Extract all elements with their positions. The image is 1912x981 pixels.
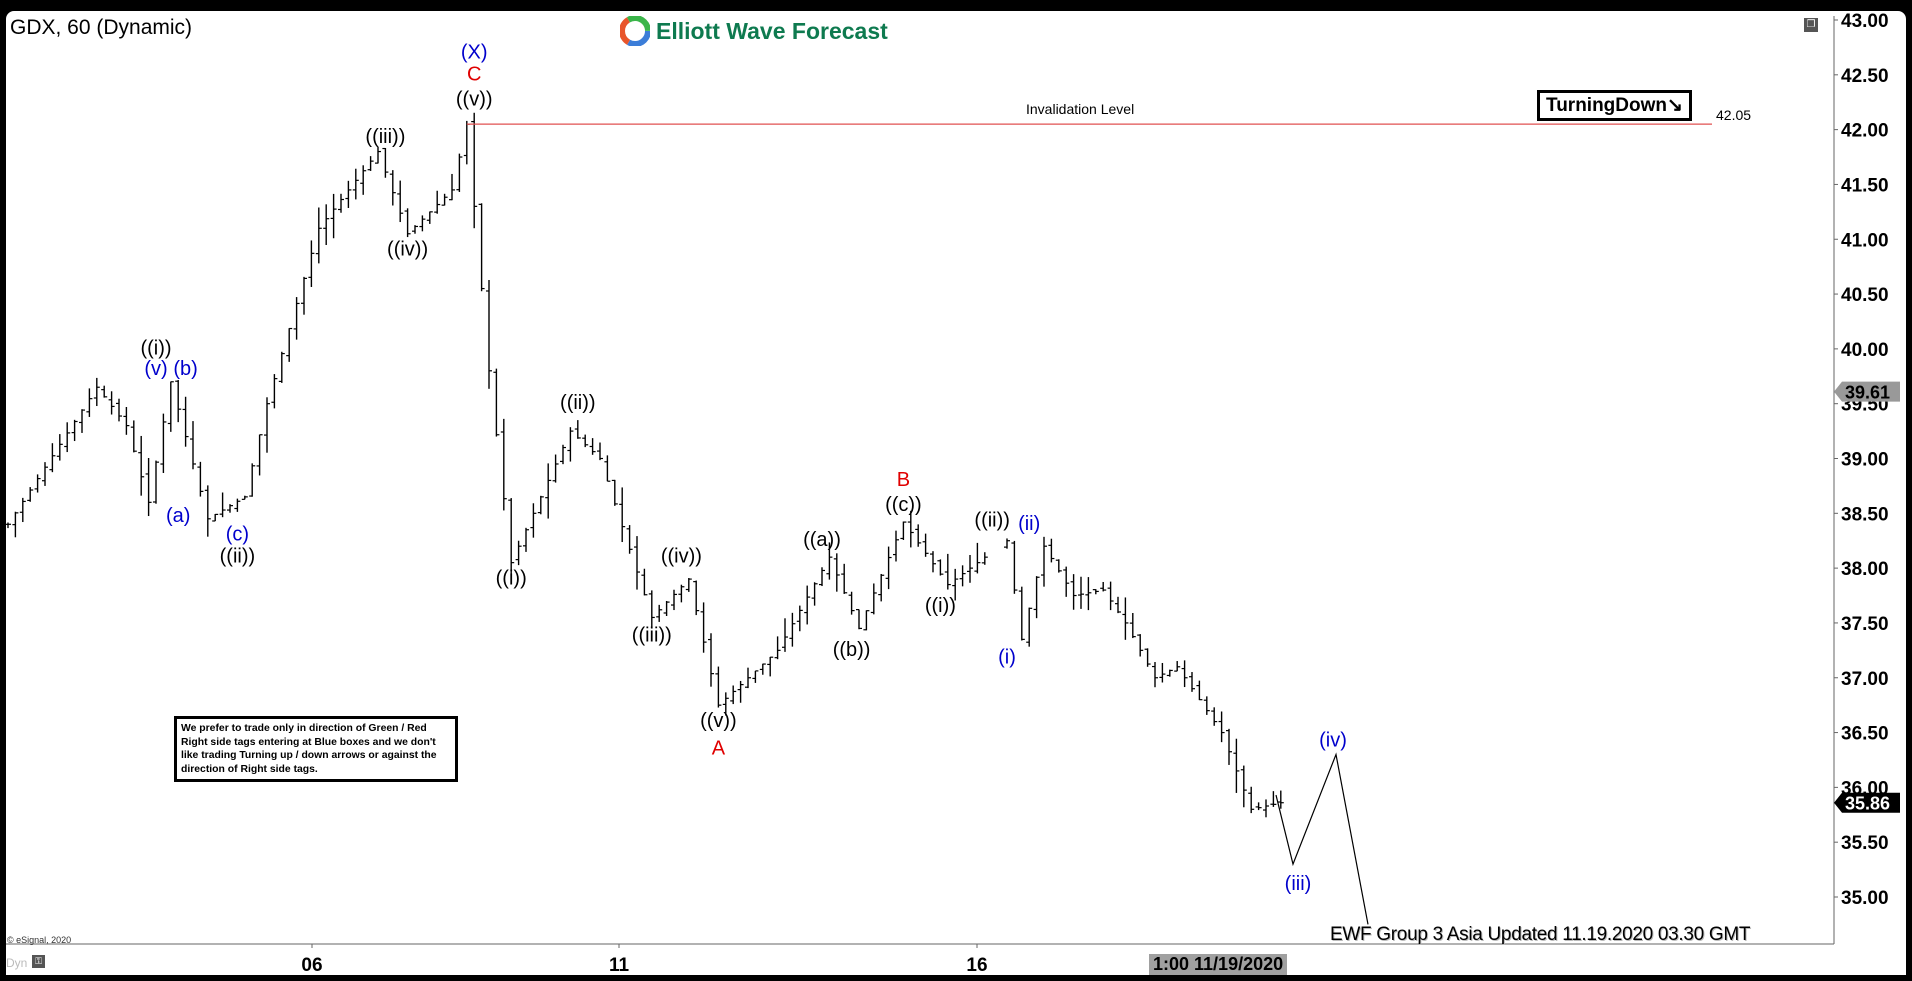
wave-label: ((iii)): [632, 625, 672, 647]
wave-label: ((ii)): [560, 392, 596, 414]
chart-title: GDX, 60 (Dynamic): [10, 16, 193, 39]
wave-label: ((i)): [496, 568, 527, 590]
wave-label: ((v)): [700, 710, 737, 732]
wave-label: (b): [173, 358, 197, 380]
logo-swirl-icon: [620, 16, 650, 46]
wave-label: ((ii)): [220, 546, 256, 568]
y-tick-label: 41.50: [1841, 175, 1889, 196]
projection-path: [1275, 752, 1369, 925]
y-tick-label: 37.00: [1841, 669, 1889, 690]
wave-label: ((iv)): [661, 546, 702, 568]
wave-label: (v): [144, 358, 167, 380]
y-tick-label: 42.50: [1841, 66, 1889, 87]
wave-label: ((b)): [833, 639, 871, 661]
window-restore-icon[interactable]: ❐: [1804, 18, 1818, 32]
copyright: © eSignal, 2020: [7, 935, 72, 945]
x-tick-label: 11: [609, 955, 630, 976]
y-tick-label: 40.00: [1841, 340, 1889, 361]
wave-label: ((c)): [885, 494, 922, 516]
y-tick-label: 35.00: [1841, 888, 1889, 909]
crosshair-time-label: 1:00 11/19/2020: [1149, 954, 1288, 975]
y-tick-label: 39.00: [1841, 450, 1889, 471]
y-tick-label: 41.00: [1841, 230, 1889, 251]
wave-label: (a): [166, 505, 190, 527]
price-tag-label: 35.86: [1845, 794, 1890, 814]
y-tick-label: 37.50: [1841, 614, 1889, 635]
invalidation-value: 42.05: [1716, 107, 1751, 123]
y-tick-label: 42.00: [1841, 121, 1889, 142]
wave-label: ((i)): [140, 337, 171, 359]
wave-label: ((iii)): [365, 126, 405, 148]
ohlc-chart: 43.0042.5042.0041.5041.0040.5040.0039.50…: [5, 11, 1900, 976]
x-tick-label: 16: [966, 955, 987, 976]
wave-label: (ii): [1018, 513, 1040, 535]
y-tick-label: 38.00: [1841, 559, 1889, 580]
wave-label: (iv): [1319, 729, 1347, 751]
turning-down-tag: TurningDown↘: [1537, 90, 1692, 121]
lock-icon[interactable]: ⚿: [32, 955, 45, 968]
price-tag-label: 39.61: [1845, 383, 1890, 403]
y-tick-label: 38.50: [1841, 504, 1889, 525]
wave-label: (iii): [1285, 873, 1312, 895]
wave-label: ((iv)): [387, 239, 428, 261]
wave-label: ((v)): [456, 89, 493, 111]
wave-label: C: [467, 63, 481, 85]
brand-logo: Elliott Wave Forecast: [620, 16, 888, 46]
update-note: EWF Group 3 Asia Updated 11.19.2020 03.3…: [1330, 924, 1751, 945]
wave-label: (i): [998, 646, 1016, 668]
wave-label: (X): [461, 41, 488, 63]
wave-label: (c): [226, 524, 249, 546]
wave-label: ((ii)): [974, 509, 1010, 531]
y-tick-label: 43.00: [1841, 11, 1889, 32]
y-tick-label: 35.50: [1841, 833, 1889, 854]
logo-text: Elliott Wave Forecast: [656, 17, 888, 44]
wave-label: B: [897, 469, 910, 491]
wave-label: ((i)): [925, 595, 956, 617]
x-tick-label: 06: [301, 955, 322, 976]
y-tick-label: 36.50: [1841, 724, 1889, 745]
invalidation-label: Invalidation Level: [1026, 101, 1134, 117]
dynamic-scale-label[interactable]: Dyn: [6, 956, 27, 970]
wave-label: ((a)): [803, 529, 841, 551]
wave-label: A: [712, 737, 726, 759]
y-tick-label: 40.50: [1841, 285, 1889, 306]
trading-disclaimer: We prefer to trade only in direction of …: [174, 716, 458, 782]
